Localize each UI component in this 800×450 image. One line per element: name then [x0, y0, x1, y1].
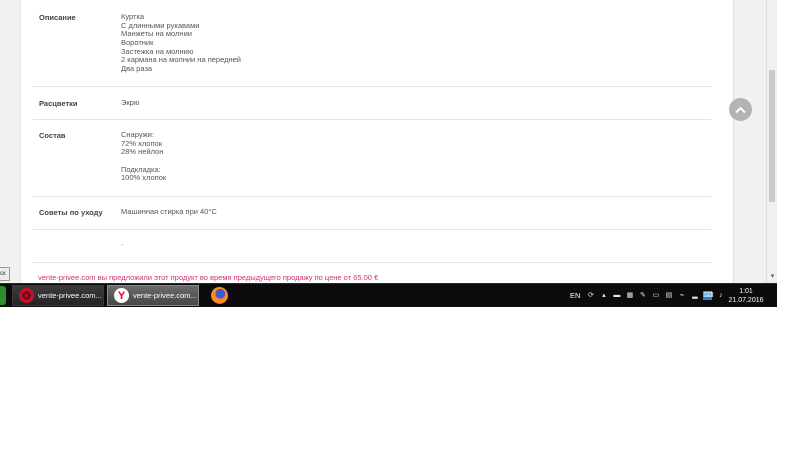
page-scrollbar[interactable]: ▾ — [766, 0, 777, 283]
row-label: Описание — [39, 13, 76, 22]
row-value: Снаружи: 72% хлопок 28% нейлон Подкладка… — [121, 130, 167, 183]
usb-icon[interactable]: ⌁ — [677, 291, 686, 300]
details-row-care: Советы по уходу Машинная стирка при 40°C — [33, 197, 711, 230]
row-value: Экрю — [121, 98, 140, 108]
clock-time: 1:01 — [739, 288, 753, 295]
system-clock[interactable]: 1:01 21.07.2016 — [728, 287, 764, 305]
opera-icon — [19, 288, 34, 303]
tool-icon[interactable]: ✎ — [638, 291, 647, 300]
keyboard-icon[interactable]: ⌨ — [703, 291, 714, 300]
windows-taskbar: vente-privee.com... Y vente-privee.com..… — [0, 283, 777, 307]
start-button[interactable] — [0, 286, 6, 305]
value-line: 28% нейлон — [121, 147, 164, 157]
value-line: Два раза — [121, 64, 153, 74]
value-line: - — [121, 240, 124, 249]
chevron-up-icon — [735, 106, 746, 113]
row-label: Расцветки — [39, 99, 78, 108]
tray-expand-icon[interactable]: ▴ — [599, 291, 608, 300]
taskbar-item-yandex[interactable]: Y vente-privee.com... — [107, 285, 199, 306]
value-line: Машинная стирка при 40°C — [121, 207, 217, 216]
taskbar-item-firefox[interactable] — [205, 285, 233, 306]
sync-icon[interactable]: ⟳ — [586, 291, 595, 300]
side-tab[interactable]: ск — [0, 267, 10, 281]
row-value: - — [121, 240, 124, 250]
details-row-composition: Состав Снаружи: 72% хлопок 28% нейлон По… — [33, 120, 711, 197]
desktop-screen: Описание Куртка С длинными рукавами Манж… — [0, 0, 800, 450]
previous-price-promo-link[interactable]: vente-privee.com вы предложили этот прод… — [38, 273, 378, 282]
value-line: Экрю — [121, 98, 140, 107]
product-details-panel: Описание Куртка С длинными рукавами Манж… — [20, 0, 734, 283]
language-indicator[interactable]: EN — [570, 291, 580, 300]
row-label: Состав — [39, 131, 66, 140]
row-value: Машинная стирка при 40°C — [121, 207, 217, 217]
taskbar-item-label: vente-privee.com... — [38, 291, 102, 300]
yandex-icon: Y — [114, 288, 129, 303]
details-row-colors: Расцветки Экрю — [33, 87, 711, 120]
details-row-extra: - — [33, 230, 711, 263]
row-value: Куртка С длинными рукавами Манжеты на мо… — [121, 12, 241, 74]
browser-page: Описание Куртка С длинными рукавами Манж… — [0, 0, 777, 283]
folder-icon[interactable]: ▬ — [612, 291, 621, 300]
network-drive-icon[interactable]: ▤ — [664, 291, 673, 300]
row-label: Советы по уходу — [39, 208, 103, 217]
system-tray: EN ⟳ ▴ ▬ ▦ ✎ ▭ ▤ ⌁ ▂ ⌨ ♪ — [570, 284, 729, 307]
firefox-icon — [210, 287, 228, 304]
signal-icon[interactable]: ▂ — [690, 291, 699, 300]
monitor-icon[interactable]: ▭ — [651, 291, 660, 300]
scrollbar-thumb[interactable] — [769, 70, 775, 202]
value-line: 100% хлопок — [121, 173, 167, 183]
taskbar-item-label: vente-privee.com... — [133, 291, 197, 300]
back-to-top-button[interactable] — [729, 98, 752, 121]
scroll-down-arrow-icon[interactable]: ▾ — [768, 272, 777, 281]
volume-icon[interactable]: ♪ — [716, 291, 725, 300]
taskbar-item-opera[interactable]: vente-privee.com... — [12, 285, 104, 306]
details-row-description: Описание Куртка С длинными рукавами Манж… — [33, 0, 711, 87]
clock-date: 21.07.2016 — [728, 297, 764, 304]
apps-icon[interactable]: ▦ — [625, 291, 634, 300]
